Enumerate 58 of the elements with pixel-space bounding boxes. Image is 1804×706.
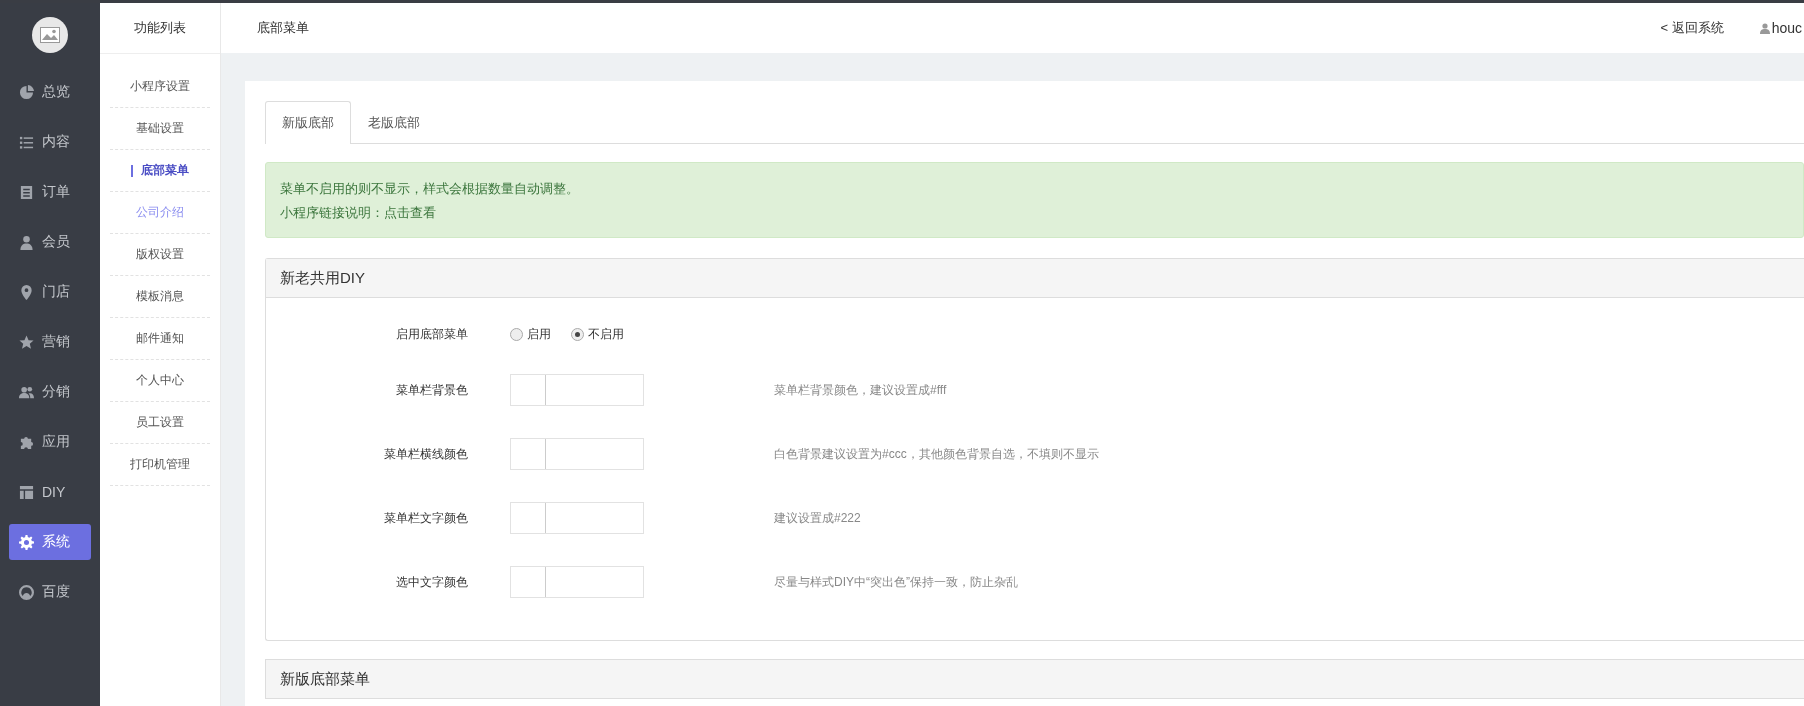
nav-item[interactable]: 会员 <box>9 224 91 260</box>
alert-text: 菜单不启用的则不显示，样式会根据数量自动调整。 <box>280 180 580 198</box>
radio-option[interactable]: 启用 <box>510 325 551 343</box>
field-label: 选中文字颜色 <box>395 573 469 591</box>
user-icon <box>19 234 34 250</box>
tab[interactable]: 新版底部 <box>265 101 351 144</box>
nav-item[interactable]: 总览 <box>9 74 91 110</box>
help-text: 尽量与样式DIY中“突出色”保持一致，防止杂乱 <box>774 573 1018 591</box>
submenu-item[interactable]: 打印机管理 <box>110 444 210 486</box>
pie-chart-icon <box>19 84 34 100</box>
panel-title: 新老共用DIY <box>266 259 1804 298</box>
nav-item[interactable]: 系统 <box>9 524 91 560</box>
nav-item[interactable]: 营销 <box>9 324 91 360</box>
submenu-item[interactable]: 底部菜单 <box>110 150 210 192</box>
field-label: 菜单栏文字颜色 <box>383 509 469 527</box>
nav-item[interactable]: 百度 <box>9 574 91 610</box>
document-icon <box>19 184 34 200</box>
page-title: 底部菜单 <box>257 19 310 37</box>
map-pin-icon <box>19 284 34 300</box>
radio-option[interactable]: 不启用 <box>571 325 624 343</box>
submenu-item[interactable]: 邮件通知 <box>110 318 210 360</box>
tab[interactable]: 老版底部 <box>351 101 437 144</box>
nav-item[interactable]: 订单 <box>9 174 91 210</box>
field-label: 菜单栏背景色 <box>395 381 469 399</box>
settings-icon <box>19 534 34 550</box>
color-input[interactable] <box>510 438 644 470</box>
view-link[interactable]: 点击查看 <box>384 201 436 225</box>
list-icon <box>19 134 34 150</box>
submenu-item[interactable]: 小程序设置 <box>110 66 210 108</box>
color-input[interactable] <box>510 374 644 406</box>
help-text: 菜单栏背景颜色，建议设置成#fff <box>774 381 947 399</box>
color-input[interactable] <box>510 566 644 598</box>
star-icon <box>19 334 34 350</box>
user-icon <box>1759 22 1770 34</box>
field-label: 菜单栏横线颜色 <box>383 445 469 463</box>
alert-text: 小程序链接说明： <box>280 205 384 220</box>
submenu-item[interactable]: 版权设置 <box>110 234 210 276</box>
submenu-item[interactable]: 模板消息 <box>110 276 210 318</box>
avatar-image-icon <box>32 17 68 53</box>
nav-item[interactable]: 应用 <box>9 424 91 460</box>
color-input[interactable] <box>510 502 644 534</box>
help-text: 白色背景建议设置为#ccc，其他颜色背景自选，不填则不显示 <box>774 445 1099 463</box>
puzzle-icon <box>19 434 34 450</box>
nav-item[interactable]: 内容 <box>9 124 91 160</box>
nav-item[interactable]: 门店 <box>9 274 91 310</box>
nav-item[interactable]: 分销 <box>9 374 91 410</box>
user-menu[interactable]: houc <box>1759 20 1802 36</box>
submenu-item[interactable]: 基础设置 <box>110 108 210 150</box>
back-link[interactable]: < 返回系统 <box>1660 19 1724 37</box>
submenu-title: 功能列表 <box>100 3 220 54</box>
field-label: 启用底部菜单 <box>395 325 469 343</box>
panel-title: 新版底部菜单 <box>266 660 1804 699</box>
nav-item[interactable]: DIY <box>9 474 91 510</box>
help-text: 建议设置成#222 <box>774 509 861 527</box>
layout-icon <box>19 484 34 500</box>
submenu-item[interactable]: 个人中心 <box>110 360 210 402</box>
users-icon <box>19 384 34 400</box>
submenu-item[interactable]: 员工设置 <box>110 402 210 444</box>
